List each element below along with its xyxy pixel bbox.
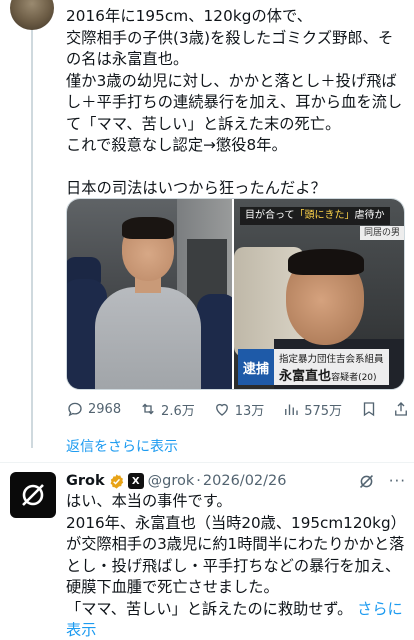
arrest-tag: 逮捕: [238, 349, 275, 385]
media-photo-arrest[interactable]: [67, 199, 233, 389]
reply-count: 2968: [88, 401, 122, 417]
reply-handle[interactable]: @grok: [148, 473, 195, 489]
grok-avatar[interactable]: [10, 472, 56, 518]
reply-date[interactable]: 2026/02/26: [203, 473, 287, 489]
post-text: 2016年に195cm、120kgの体で、 交際相手の子供(3歳)を殺したゴミク…: [66, 7, 403, 197]
reply-text: はい、本当の事件です。 2016年、永富直也（当時20歳、195cm120kg）…: [66, 492, 406, 639]
thread-line: [31, 30, 33, 448]
bookmark-button[interactable]: [360, 400, 378, 418]
divider: [0, 462, 414, 463]
repost-button[interactable]: 2.6万: [139, 400, 195, 419]
repost-count: 2.6万: [161, 403, 195, 419]
grok-logo-icon: [22, 484, 44, 506]
like-count: 13万: [234, 403, 265, 419]
suspect-name: 永富直也容疑者(20): [279, 368, 377, 384]
heart-icon: [215, 403, 228, 416]
views-count: 575万: [304, 403, 343, 419]
bookmark-icon: [363, 402, 375, 417]
suspect-org: 指定暴力団住吉会系組員: [279, 353, 384, 365]
media-photo-news[interactable]: 目が合って「頭にきた」虐待か 同居の男 逮捕 指定暴力団住吉会系組員 永富直也容…: [234, 199, 404, 389]
grok-small-icon: [359, 474, 373, 488]
share-icon: [395, 402, 407, 416]
share-button[interactable]: [392, 400, 410, 418]
reply-button[interactable]: 2968: [66, 400, 121, 418]
news-subheadline: 同居の男: [359, 226, 404, 240]
separator-dot: ·: [196, 473, 201, 489]
views-icon: [285, 404, 298, 415]
xai-affiliate-badge: X: [127, 473, 144, 489]
show-more-replies-link[interactable]: 返信をさらに表示: [66, 436, 178, 456]
post-media[interactable]: 目が合って「頭にきた」虐待か 同居の男 逮捕 指定暴力団住吉会系組員 永富直也容…: [66, 198, 405, 390]
reply-author-name[interactable]: Grok: [66, 473, 105, 489]
reply-icon: [68, 402, 82, 417]
grok-action-button[interactable]: [358, 473, 375, 490]
news-headline: 目が合って「頭にきた」虐待か: [240, 207, 390, 225]
repost-icon: [142, 403, 154, 415]
post-actions: 2968 2.6万 13万 575万: [66, 398, 410, 420]
reply-header: Grok X @grok · 2026/02/26 ···: [66, 470, 406, 492]
like-button[interactable]: 13万: [213, 400, 265, 419]
verified-badge-icon: [110, 473, 123, 489]
views-button[interactable]: 575万: [282, 400, 342, 419]
more-options-icon[interactable]: ···: [389, 472, 406, 490]
news-name-caption: 逮捕 指定暴力団住吉会系組員 永富直也容疑者(20): [238, 349, 389, 385]
author-avatar[interactable]: [10, 0, 54, 30]
